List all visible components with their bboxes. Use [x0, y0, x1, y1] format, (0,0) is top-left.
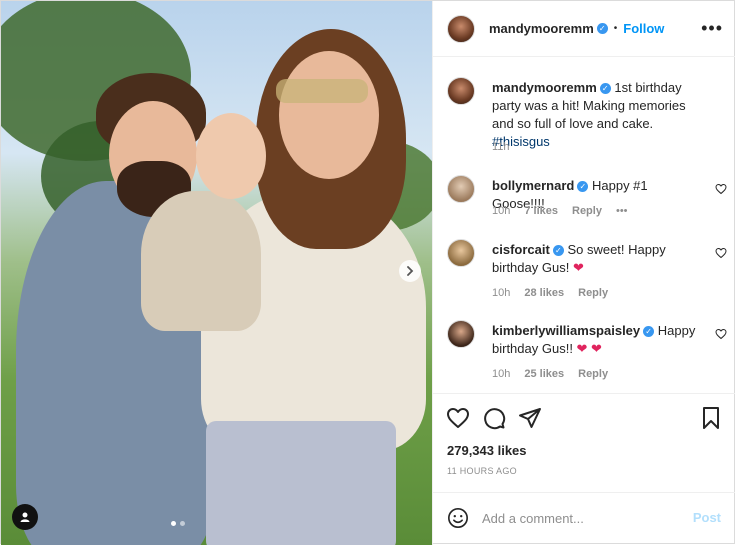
add-comment-bar: Post — [433, 492, 735, 545]
carousel-indicator — [171, 521, 185, 526]
heart-icon[interactable] — [446, 406, 470, 430]
comment-username[interactable]: kimberlywilliamspaisley — [492, 323, 640, 338]
comment-avatar[interactable] — [447, 239, 475, 267]
comment-reply-button[interactable]: Reply — [572, 205, 602, 217]
verified-badge-icon: ✓ — [599, 83, 611, 95]
caption-username[interactable]: mandymooremm — [492, 80, 597, 95]
verified-badge-icon: ✓ — [552, 245, 564, 257]
comment-reply-button[interactable]: Reply — [578, 368, 608, 380]
comment-likes[interactable]: 7 likes — [524, 205, 558, 217]
comment-like-heart-icon[interactable] — [715, 247, 727, 259]
comment-reply-button[interactable]: Reply — [578, 287, 608, 299]
post-header: mandymooremm ✓ • Follow ••• — [433, 1, 735, 57]
next-photo-button[interactable] — [399, 260, 421, 282]
comment-like-heart-icon[interactable] — [715, 328, 727, 340]
tagged-users-button[interactable] — [12, 504, 38, 530]
comment-input[interactable] — [482, 507, 682, 529]
comment-text: kimberlywilliamspaisley ✓ Happy birthday … — [492, 322, 702, 358]
caption-text: mandymooremm ✓ 1st birthday party was a h… — [492, 79, 702, 151]
carousel-dot — [180, 521, 185, 526]
header-separator: • — [613, 23, 618, 34]
comment-likes[interactable]: 28 likes — [524, 287, 564, 299]
author-avatar[interactable] — [447, 14, 475, 43]
post-timestamp[interactable]: 11 HOURS AGO — [447, 466, 517, 476]
comment-more-button[interactable]: ••• — [616, 205, 628, 217]
comment-meta: 10h 28 likes Reply — [492, 287, 608, 299]
heart-emoji-icon: ❤ ❤ — [576, 341, 602, 356]
comment-avatar[interactable] — [447, 320, 475, 348]
likes-count[interactable]: 279,343 likes — [447, 443, 527, 458]
comment-text: cisforcait ✓ So sweet! Happy birthday Gus… — [492, 241, 702, 277]
comment-time: 10h — [492, 205, 511, 217]
comment-username[interactable]: cisforcait — [492, 242, 550, 257]
photo-person-baby-face — [196, 113, 266, 199]
verified-badge-icon: ✓ — [577, 181, 589, 193]
comment-time: 10h — [492, 368, 511, 380]
verified-badge-icon: ✓ — [596, 23, 608, 34]
post-photo[interactable] — [1, 1, 432, 545]
share-icon[interactable] — [518, 406, 542, 430]
comment-icon[interactable] — [482, 406, 506, 430]
comments-list[interactable]: mandymooremm ✓ 1st birthday party was a h… — [433, 57, 735, 391]
caption-meta: 11h — [492, 141, 510, 153]
verified-badge-icon: ✓ — [643, 326, 655, 338]
photo-person-baby — [141, 191, 261, 331]
user-tag-icon — [20, 512, 30, 522]
comment-meta: 10h 25 likes Reply — [492, 368, 608, 380]
comment-time: 10h — [492, 287, 511, 299]
comment-meta: 10h 7 likes Reply ••• — [492, 205, 628, 217]
caption-avatar[interactable] — [447, 77, 475, 105]
photo-person-woman-skirt — [206, 421, 396, 545]
comment-username[interactable]: bollymernard — [492, 178, 574, 193]
carousel-dot-active — [171, 521, 176, 526]
post-modal: mandymooremm ✓ • Follow ••• mandymooremm… — [0, 0, 735, 545]
author-username[interactable]: mandymooremm — [489, 21, 594, 36]
follow-button[interactable]: Follow — [623, 21, 664, 36]
chevron-right-icon — [407, 266, 414, 276]
action-bar — [433, 393, 735, 441]
comment-likes[interactable]: 25 likes — [524, 368, 564, 380]
post-details-panel: mandymooremm ✓ • Follow ••• mandymooremm… — [432, 1, 735, 545]
heart-emoji-icon: ❤ — [572, 260, 584, 275]
post-comment-button[interactable]: Post — [693, 510, 721, 525]
comment-avatar[interactable] — [447, 175, 475, 203]
photo-sunglasses — [276, 79, 368, 103]
photo-person-woman-face — [279, 51, 379, 179]
bookmark-icon[interactable] — [699, 406, 723, 430]
caption-time: 11h — [492, 141, 510, 153]
more-options-button[interactable]: ••• — [701, 19, 723, 37]
emoji-icon[interactable] — [447, 507, 469, 529]
comment-like-heart-icon[interactable] — [715, 183, 727, 195]
